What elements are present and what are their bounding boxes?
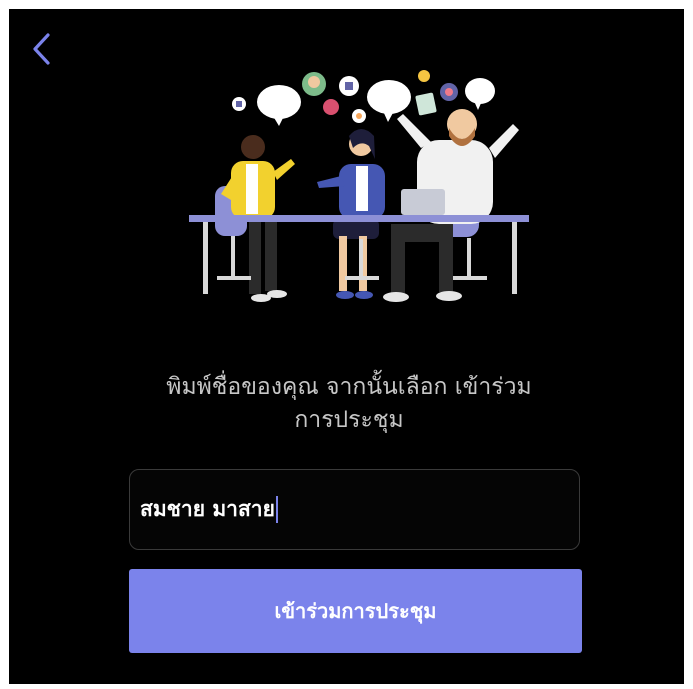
meeting-illustration (189, 70, 529, 302)
instruction-line-2: การประชุม (294, 407, 404, 433)
person-right (383, 109, 519, 302)
person-middle (317, 129, 385, 299)
join-meeting-screen: พิมพ์ชื่อของคุณ จากนั้นเลือก เข้าร่วม กา… (9, 9, 684, 684)
text-caret (275, 496, 278, 523)
instruction-text: พิมพ์ชื่อของคุณ จากนั้นเลือก เข้าร่วม กา… (129, 371, 569, 437)
chevron-left-icon (33, 33, 50, 65)
join-meeting-button[interactable]: เข้าร่วมการประชุม (129, 569, 582, 653)
name-input[interactable]: สมชาย มาสาย (129, 469, 580, 550)
join-meeting-button-label: เข้าร่วมการประชุม (274, 599, 437, 623)
name-input-value: สมชาย มาสาย (140, 497, 275, 521)
instruction-line-1: พิมพ์ชื่อของคุณ จากนั้นเลือก เข้าร่วม (166, 374, 532, 400)
back-button[interactable] (27, 29, 57, 69)
